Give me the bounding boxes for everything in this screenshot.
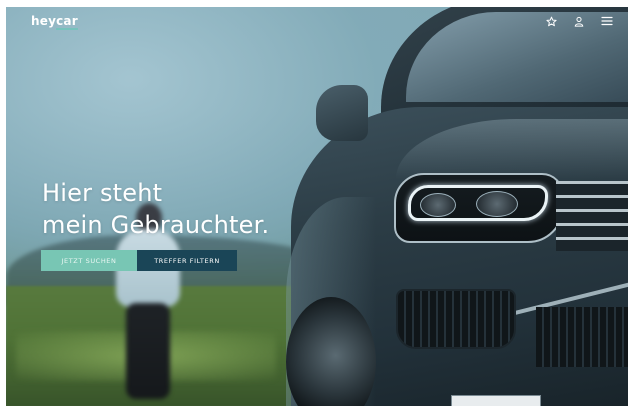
filter-results-button[interactable]: Treffer filtern <box>137 250 237 271</box>
top-navigation-bar: heycar <box>6 7 628 39</box>
car-headlight <box>394 173 564 243</box>
car-lower-grille-right <box>536 307 628 367</box>
nav-icon-group <box>544 14 614 28</box>
hero-cta-row: Jetzt suchen Treffer filtern <box>41 250 237 271</box>
car-headlight-lens <box>476 191 518 217</box>
car-side-mirror <box>316 85 368 141</box>
car-grille <box>556 181 628 251</box>
logo-text-car: car <box>56 14 78 28</box>
hero-headline: Hier steht mein Gebrauchter. <box>42 177 269 241</box>
menu-icon[interactable] <box>600 14 614 28</box>
star-icon[interactable] <box>544 14 558 28</box>
user-icon[interactable] <box>572 14 586 28</box>
hero-car-image <box>286 7 628 406</box>
hero-headline-line-1: Hier steht <box>42 179 163 207</box>
logo-text-hey: hey <box>31 14 57 28</box>
car-license-plate <box>451 395 541 406</box>
search-now-button[interactable]: Jetzt suchen <box>41 250 137 271</box>
hero-headline-line-2: mein Gebrauchter. <box>42 211 270 239</box>
car-lower-grille <box>396 289 516 349</box>
heycar-logo[interactable]: heycar <box>31 14 78 28</box>
car-headlight-lens <box>420 193 456 217</box>
person-legs <box>126 303 170 399</box>
hero-frame: heycar Hier steht mein Gebrauchter. JETZ… <box>6 7 628 406</box>
